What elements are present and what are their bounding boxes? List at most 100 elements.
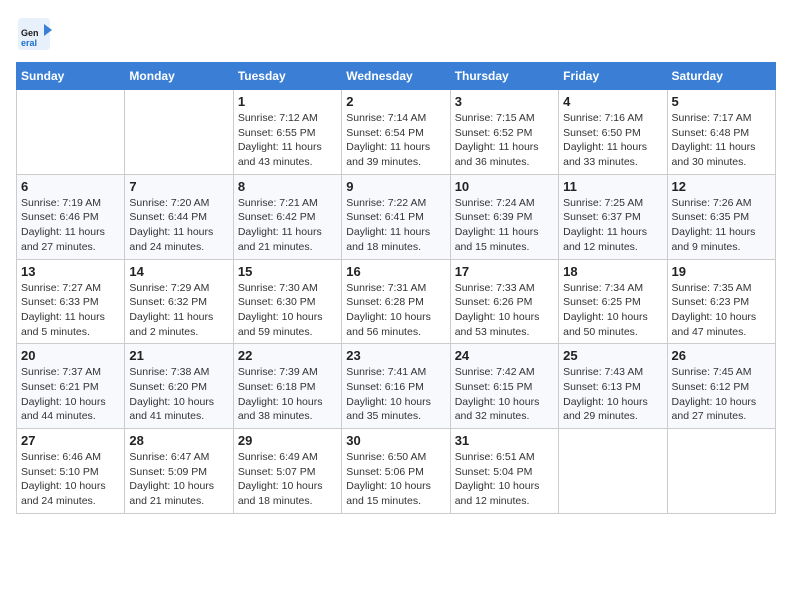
day-number: 28 — [129, 433, 228, 448]
day-info: Sunrise: 7:22 AMSunset: 6:41 PMDaylight:… — [346, 196, 445, 255]
calendar-cell: 16 Sunrise: 7:31 AMSunset: 6:28 PMDayligh… — [342, 259, 450, 344]
calendar-cell: 14 Sunrise: 7:29 AMSunset: 6:32 PMDayligh… — [125, 259, 233, 344]
day-number: 5 — [672, 94, 771, 109]
calendar-cell: 3 Sunrise: 7:15 AMSunset: 6:52 PMDaylight… — [450, 90, 558, 175]
day-number: 27 — [21, 433, 120, 448]
day-info: Sunrise: 7:12 AMSunset: 6:55 PMDaylight:… — [238, 111, 337, 170]
logo: Gen eral — [16, 16, 56, 52]
day-number: 19 — [672, 264, 771, 279]
week-row-5: 27 Sunrise: 6:46 AMSunset: 5:10 PMDayligh… — [17, 429, 776, 514]
calendar-cell: 11 Sunrise: 7:25 AMSunset: 6:37 PMDayligh… — [559, 174, 667, 259]
day-number: 8 — [238, 179, 337, 194]
day-info: Sunrise: 7:16 AMSunset: 6:50 PMDaylight:… — [563, 111, 662, 170]
day-info: Sunrise: 6:47 AMSunset: 5:09 PMDaylight:… — [129, 450, 228, 509]
calendar-cell — [125, 90, 233, 175]
day-number: 22 — [238, 348, 337, 363]
day-info: Sunrise: 7:26 AMSunset: 6:35 PMDaylight:… — [672, 196, 771, 255]
day-number: 23 — [346, 348, 445, 363]
calendar-cell — [667, 429, 775, 514]
day-number: 20 — [21, 348, 120, 363]
day-info: Sunrise: 7:30 AMSunset: 6:30 PMDaylight:… — [238, 281, 337, 340]
day-info: Sunrise: 7:21 AMSunset: 6:42 PMDaylight:… — [238, 196, 337, 255]
calendar-cell — [559, 429, 667, 514]
header: Gen eral — [16, 16, 776, 52]
weekday-header-tuesday: Tuesday — [233, 63, 341, 90]
calendar-cell: 5 Sunrise: 7:17 AMSunset: 6:48 PMDaylight… — [667, 90, 775, 175]
calendar-cell: 28 Sunrise: 6:47 AMSunset: 5:09 PMDayligh… — [125, 429, 233, 514]
day-info: Sunrise: 7:42 AMSunset: 6:15 PMDaylight:… — [455, 365, 554, 424]
calendar-cell: 26 Sunrise: 7:45 AMSunset: 6:12 PMDayligh… — [667, 344, 775, 429]
calendar-cell: 24 Sunrise: 7:42 AMSunset: 6:15 PMDayligh… — [450, 344, 558, 429]
day-number: 3 — [455, 94, 554, 109]
day-info: Sunrise: 7:15 AMSunset: 6:52 PMDaylight:… — [455, 111, 554, 170]
calendar-cell: 31Sunrise: 6:51 AMSunset: 5:04 PMDayligh… — [450, 429, 558, 514]
week-row-3: 13Sunrise: 7:27 AMSunset: 6:33 PMDayligh… — [17, 259, 776, 344]
calendar-cell: 9 Sunrise: 7:22 AMSunset: 6:41 PMDaylight… — [342, 174, 450, 259]
day-number: 29 — [238, 433, 337, 448]
day-number: 16 — [346, 264, 445, 279]
day-number: 6 — [21, 179, 120, 194]
calendar-cell: 17 Sunrise: 7:33 AMSunset: 6:26 PMDayligh… — [450, 259, 558, 344]
day-number: 31 — [455, 433, 554, 448]
calendar: SundayMondayTuesdayWednesdayThursdayFrid… — [16, 62, 776, 514]
calendar-cell: 23Sunrise: 7:41 AMSunset: 6:16 PMDayligh… — [342, 344, 450, 429]
day-number: 21 — [129, 348, 228, 363]
day-info: Sunrise: 7:38 AMSunset: 6:20 PMDaylight:… — [129, 365, 228, 424]
day-info: Sunrise: 7:19 AMSunset: 6:46 PMDaylight:… — [21, 196, 120, 255]
day-number: 1 — [238, 94, 337, 109]
calendar-cell: 18Sunrise: 7:34 AMSunset: 6:25 PMDayligh… — [559, 259, 667, 344]
day-number: 7 — [129, 179, 228, 194]
calendar-cell: 6 Sunrise: 7:19 AMSunset: 6:46 PMDaylight… — [17, 174, 125, 259]
day-number: 9 — [346, 179, 445, 194]
day-info: Sunrise: 7:33 AMSunset: 6:26 PMDaylight:… — [455, 281, 554, 340]
day-number: 14 — [129, 264, 228, 279]
calendar-cell: 7 Sunrise: 7:20 AMSunset: 6:44 PMDaylight… — [125, 174, 233, 259]
day-number: 18 — [563, 264, 662, 279]
calendar-cell: 19 Sunrise: 7:35 AMSunset: 6:23 PMDayligh… — [667, 259, 775, 344]
calendar-cell: 22 Sunrise: 7:39 AMSunset: 6:18 PMDayligh… — [233, 344, 341, 429]
day-info: Sunrise: 7:37 AMSunset: 6:21 PMDaylight:… — [21, 365, 120, 424]
calendar-cell: 13Sunrise: 7:27 AMSunset: 6:33 PMDayligh… — [17, 259, 125, 344]
calendar-cell: 8 Sunrise: 7:21 AMSunset: 6:42 PMDaylight… — [233, 174, 341, 259]
day-info: Sunrise: 7:29 AMSunset: 6:32 PMDaylight:… — [129, 281, 228, 340]
svg-text:eral: eral — [21, 38, 37, 48]
day-info: Sunrise: 6:46 AMSunset: 5:10 PMDaylight:… — [21, 450, 120, 509]
week-row-4: 20 Sunrise: 7:37 AMSunset: 6:21 PMDayligh… — [17, 344, 776, 429]
day-number: 26 — [672, 348, 771, 363]
day-number: 13 — [21, 264, 120, 279]
day-number: 2 — [346, 94, 445, 109]
weekday-header-sunday: Sunday — [17, 63, 125, 90]
day-info: Sunrise: 7:35 AMSunset: 6:23 PMDaylight:… — [672, 281, 771, 340]
calendar-cell: 10 Sunrise: 7:24 AMSunset: 6:39 PMDayligh… — [450, 174, 558, 259]
day-info: Sunrise: 6:49 AMSunset: 5:07 PMDaylight:… — [238, 450, 337, 509]
day-info: Sunrise: 7:20 AMSunset: 6:44 PMDaylight:… — [129, 196, 228, 255]
calendar-cell: 15 Sunrise: 7:30 AMSunset: 6:30 PMDayligh… — [233, 259, 341, 344]
week-row-1: 1 Sunrise: 7:12 AMSunset: 6:55 PMDaylight… — [17, 90, 776, 175]
day-number: 10 — [455, 179, 554, 194]
day-number: 25 — [563, 348, 662, 363]
weekday-header-saturday: Saturday — [667, 63, 775, 90]
calendar-cell: 2 Sunrise: 7:14 AMSunset: 6:54 PMDaylight… — [342, 90, 450, 175]
calendar-cell: 21 Sunrise: 7:38 AMSunset: 6:20 PMDayligh… — [125, 344, 233, 429]
day-info: Sunrise: 7:17 AMSunset: 6:48 PMDaylight:… — [672, 111, 771, 170]
day-number: 24 — [455, 348, 554, 363]
day-info: Sunrise: 7:14 AMSunset: 6:54 PMDaylight:… — [346, 111, 445, 170]
day-number: 12 — [672, 179, 771, 194]
day-number: 17 — [455, 264, 554, 279]
weekday-header-wednesday: Wednesday — [342, 63, 450, 90]
weekday-header-row: SundayMondayTuesdayWednesdayThursdayFrid… — [17, 63, 776, 90]
day-info: Sunrise: 7:43 AMSunset: 6:13 PMDaylight:… — [563, 365, 662, 424]
calendar-cell: 1 Sunrise: 7:12 AMSunset: 6:55 PMDaylight… — [233, 90, 341, 175]
svg-text:Gen: Gen — [21, 28, 39, 38]
day-info: Sunrise: 7:45 AMSunset: 6:12 PMDaylight:… — [672, 365, 771, 424]
weekday-header-monday: Monday — [125, 63, 233, 90]
day-info: Sunrise: 7:24 AMSunset: 6:39 PMDaylight:… — [455, 196, 554, 255]
day-info: Sunrise: 7:39 AMSunset: 6:18 PMDaylight:… — [238, 365, 337, 424]
day-number: 15 — [238, 264, 337, 279]
day-info: Sunrise: 7:31 AMSunset: 6:28 PMDaylight:… — [346, 281, 445, 340]
day-number: 4 — [563, 94, 662, 109]
day-info: Sunrise: 7:25 AMSunset: 6:37 PMDaylight:… — [563, 196, 662, 255]
logo-icon: Gen eral — [16, 16, 52, 52]
calendar-cell: 27 Sunrise: 6:46 AMSunset: 5:10 PMDayligh… — [17, 429, 125, 514]
day-number: 11 — [563, 179, 662, 194]
